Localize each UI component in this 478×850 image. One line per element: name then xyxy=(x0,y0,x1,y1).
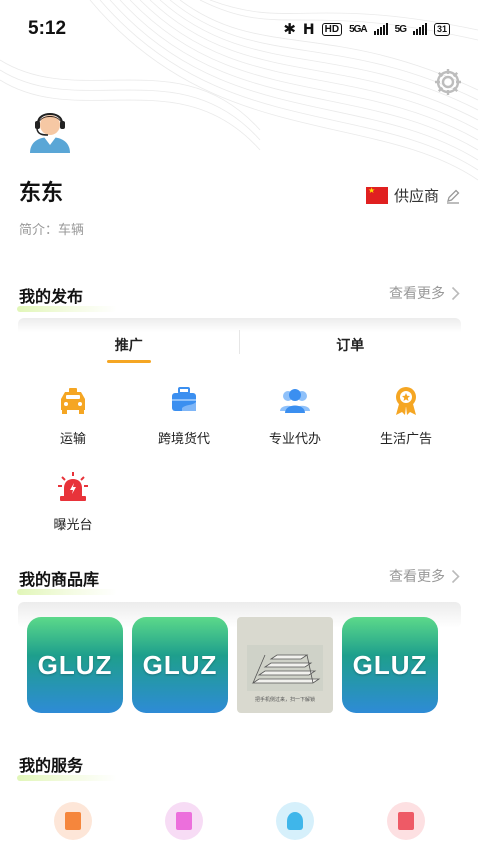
china-flag-icon xyxy=(365,186,388,204)
taxi-icon xyxy=(61,388,85,414)
signal-bars-1-icon xyxy=(373,23,388,35)
battery-level: 31 xyxy=(436,24,447,34)
services-section-title: 我的服务 xyxy=(16,752,118,781)
chevron-right-icon xyxy=(451,569,460,583)
service-document-icon[interactable] xyxy=(387,802,425,840)
role-label: 供应商 xyxy=(393,188,439,205)
goods-logo-text: GLUZ xyxy=(37,649,113,680)
profile-page: 5:12 ✱ ᕼ HD 5GA 5G 31 东东 简介：车辆 供应商 xyxy=(0,0,478,850)
publish-tabs: 推广 订单 xyxy=(18,318,461,363)
settings-gear-icon[interactable] xyxy=(432,66,464,98)
role-badge[interactable]: 供应商 xyxy=(365,185,461,206)
goods-logo-text: GLUZ xyxy=(352,649,428,680)
tab-promotion[interactable]: 推广 xyxy=(18,318,240,363)
category-crossborder[interactable]: 跨境货代 xyxy=(136,386,232,448)
avatar[interactable] xyxy=(26,105,74,153)
goods-more-link[interactable]: 查看更多 xyxy=(389,566,460,586)
category-transport[interactable]: 运输 xyxy=(25,386,121,448)
signal-label-2: 5G xyxy=(394,23,407,35)
group-icon xyxy=(280,389,310,413)
goods-item[interactable]: GLUZ xyxy=(132,617,228,713)
status-icons: ✱ ᕼ HD 5GA 5G 31 xyxy=(283,20,450,38)
alarm-icon xyxy=(58,472,88,501)
status-bar: 5:12 ✱ ᕼ HD 5GA 5G 31 xyxy=(0,0,478,58)
goods-item[interactable]: GLUZ xyxy=(342,617,438,713)
battery-icon: 31 xyxy=(433,22,450,36)
category-label: 跨境货代 xyxy=(157,431,210,446)
category-label: 运输 xyxy=(59,431,86,446)
chevron-right-icon xyxy=(451,286,460,300)
briefcase-icon xyxy=(172,387,196,411)
service-orange-icon[interactable] xyxy=(54,802,92,840)
service-bag-icon[interactable] xyxy=(165,802,203,840)
bluetooth-icon: ✱ xyxy=(283,21,296,38)
goods-section-title: 我的商品库 xyxy=(16,566,118,595)
goods-item[interactable]: GLUZ xyxy=(27,617,123,713)
category-agency[interactable]: 专业代办 xyxy=(247,386,343,448)
service-user-icon[interactable] xyxy=(276,802,314,840)
stairs-image-icon xyxy=(247,645,323,691)
hd-badge: HD xyxy=(321,22,343,36)
category-label: 曝光台 xyxy=(53,517,93,532)
publish-section-title: 我的发布 xyxy=(16,283,118,312)
status-time: 5:12 xyxy=(28,18,67,39)
profile-intro: 简介：车辆 xyxy=(19,222,85,237)
edit-pencil-icon[interactable] xyxy=(445,188,461,204)
category-label: 生活广告 xyxy=(379,431,432,446)
profile-name: 东东 xyxy=(19,180,64,205)
category-exposure[interactable]: 曝光台 xyxy=(25,472,121,534)
tab-orders[interactable]: 订单 xyxy=(240,318,462,363)
signal-bars-2-icon xyxy=(412,23,427,35)
badge-icon xyxy=(396,387,416,415)
goods-logo-text: GLUZ xyxy=(142,649,218,680)
publish-more-link[interactable]: 查看更多 xyxy=(389,283,460,303)
category-lifeads[interactable]: 生活广告 xyxy=(358,386,454,448)
signal-label-1: 5GA xyxy=(349,23,368,35)
goods-item-photo[interactable]: 把手机侧过来，扫一下解锁 xyxy=(237,617,333,713)
earbuds-icon: ᕼ xyxy=(302,20,315,37)
goods-photo-caption: 把手机侧过来，扫一下解锁 xyxy=(254,697,315,703)
category-label: 专业代办 xyxy=(268,431,321,446)
goods-more-label: 查看更多 xyxy=(389,568,445,584)
publish-more-label: 查看更多 xyxy=(389,285,445,301)
